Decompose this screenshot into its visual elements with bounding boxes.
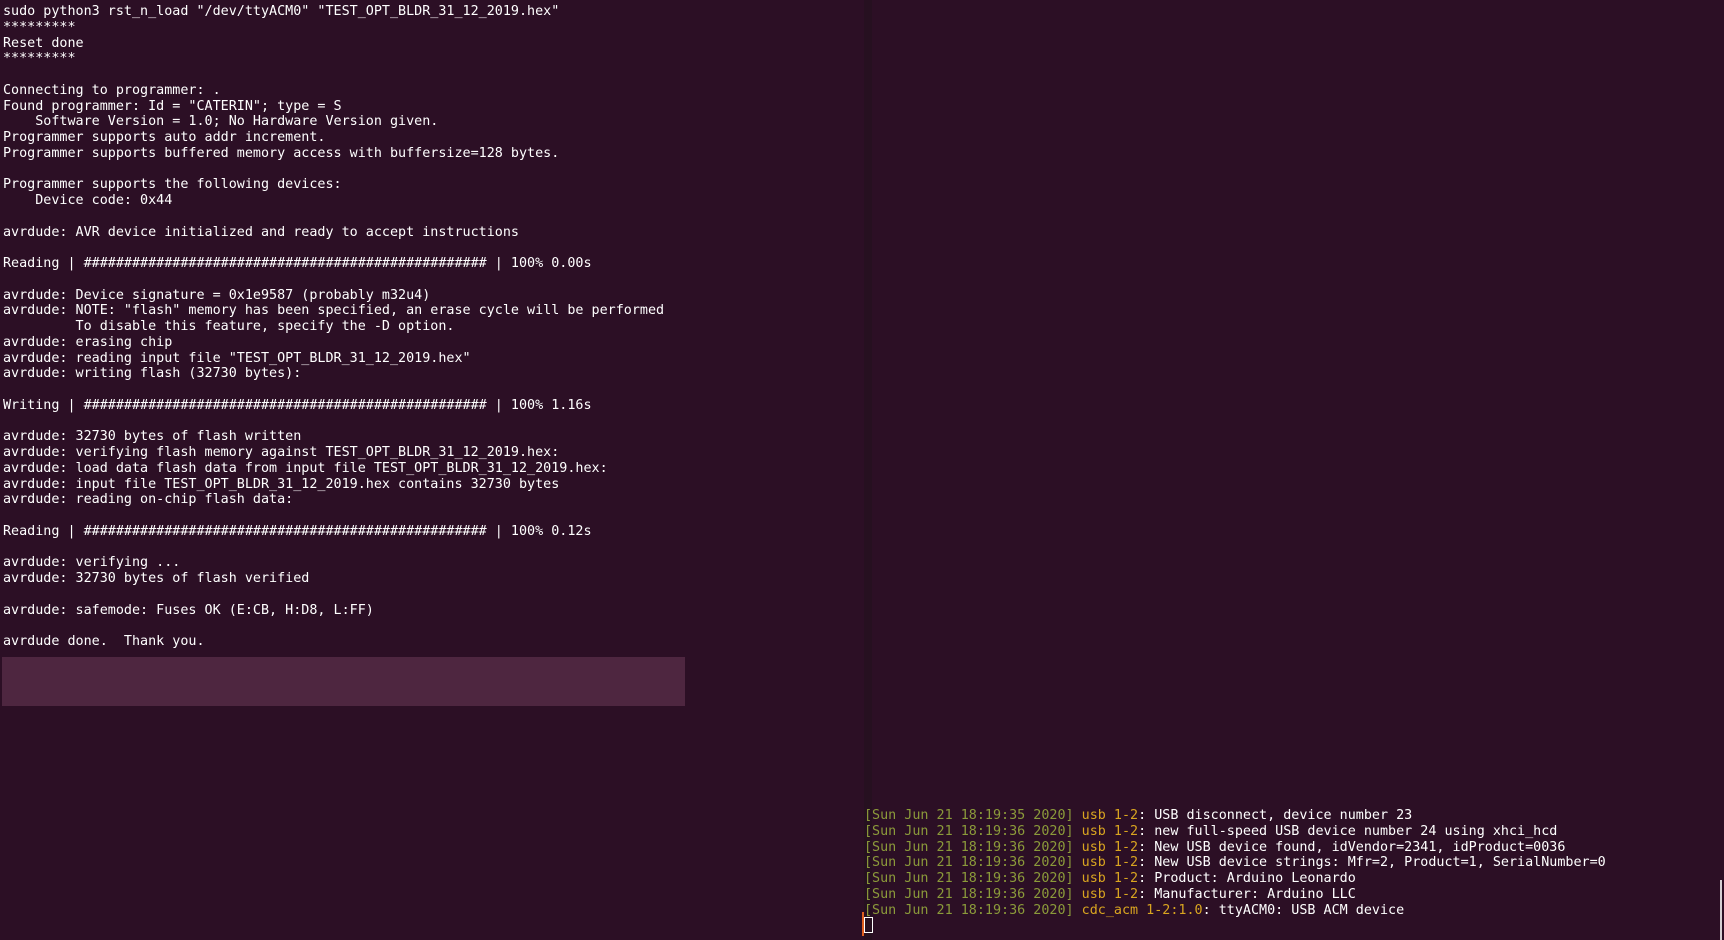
log-separator: :	[1138, 839, 1147, 855]
dmesg-log: [Sun Jun 21 18:19:35 2020] usb 1-2: USB …	[864, 808, 1606, 918]
log-line: [Sun Jun 21 18:19:36 2020] usb 1-2: New …	[864, 855, 1606, 871]
log-line: [Sun Jun 21 18:19:36 2020] usb 1-2: New …	[864, 840, 1606, 856]
log-line: [Sun Jun 21 18:19:36 2020] usb 1-2: Prod…	[864, 871, 1606, 887]
log-separator: :	[1138, 855, 1147, 871]
log-line: [Sun Jun 21 18:19:36 2020] usb 1-2: new …	[864, 824, 1606, 840]
terminal-line: *********	[3, 51, 76, 67]
desktop-screen: sudo python3 rst_n_load "/dev/ttyACM0" "…	[0, 0, 1724, 940]
log-message: Manufacturer: Arduino LLC	[1146, 886, 1356, 902]
log-message: ttyACM0: USB ACM device	[1210, 902, 1405, 918]
terminal-line: Reset done	[3, 35, 84, 51]
log-timestamp: [Sun Jun 21 18:19:36 2020]	[864, 902, 1074, 918]
log-line: [Sun Jun 21 18:19:36 2020] usb 1-2: Manu…	[864, 887, 1606, 903]
terminal-line: avrdude done. Thank you.	[3, 634, 205, 649]
log-separator: :	[1138, 823, 1147, 839]
log-timestamp: [Sun Jun 21 18:19:35 2020]	[864, 808, 1074, 823]
log-device: usb 1-2	[1081, 808, 1139, 823]
log-device: usb 1-2	[1081, 871, 1139, 886]
log-line: [Sun Jun 21 18:19:35 2020] usb 1-2: USB …	[864, 808, 1606, 824]
terminal-cursor	[864, 917, 873, 933]
terminal-line: avrdude: 32730 bytes of flash written	[3, 429, 302, 445]
log-separator: :	[1138, 871, 1147, 886]
terminal-line: To disable this feature, specify the -D …	[3, 319, 455, 334]
terminal-line: sudo python3 rst_n_load "/dev/ttyACM0" "…	[3, 4, 560, 19]
terminal-line: Connecting to programmer: .	[3, 82, 221, 98]
log-device: usb 1-2	[1081, 823, 1139, 839]
log-timestamp: [Sun Jun 21 18:19:36 2020]	[864, 886, 1074, 902]
log-line: [Sun Jun 21 18:19:36 2020] cdc_acm 1-2:1…	[864, 903, 1606, 919]
text-selection-highlight	[2, 657, 685, 706]
terminal-pane-right[interactable]	[872, 0, 1724, 940]
terminal-line: avrdude: NOTE: "flash" memory has been s…	[3, 303, 665, 319]
log-separator: :	[1138, 808, 1147, 823]
terminal-pane-left[interactable]: sudo python3 rst_n_load "/dev/ttyACM0" "…	[0, 0, 864, 940]
log-separator: :	[1138, 886, 1147, 902]
terminal-line: avrdude: reading input file "TEST_OPT_BL…	[3, 350, 471, 366]
terminal-line: *********	[3, 19, 76, 35]
log-device: usb 1-2	[1081, 839, 1139, 855]
log-device: usb 1-2	[1081, 855, 1139, 871]
terminal-line: avrdude: erasing chip	[3, 334, 173, 350]
scrollbar-handle[interactable]	[1720, 880, 1722, 940]
log-message: Product: Arduino Leonardo	[1146, 871, 1356, 886]
log-device: cdc_acm 1-2:1.0	[1081, 902, 1203, 918]
terminal-line: avrdude: safemode: Fuses OK (E:CB, H:D8,…	[3, 602, 374, 618]
log-device: usb 1-2	[1081, 886, 1139, 902]
terminal-line: avrdude: 32730 bytes of flash verified	[3, 571, 310, 586]
terminal-line: avrdude: load data flash data from input…	[3, 460, 608, 476]
terminal-line: Programmer supports the following device…	[3, 177, 342, 193]
terminal-line: avrdude: Device signature = 0x1e9587 (pr…	[3, 287, 431, 303]
terminal-line: avrdude: AVR device initialized and read…	[3, 224, 519, 240]
terminal-line: avrdude: reading on-chip flash data:	[3, 492, 294, 508]
terminal-line: Programmer supports auto addr increment.	[3, 130, 326, 145]
terminal-line: Device code: 0x44	[3, 193, 173, 208]
log-timestamp: [Sun Jun 21 18:19:36 2020]	[864, 839, 1074, 855]
terminal-line: Found programmer: Id = "CATERIN"; type =…	[3, 98, 342, 114]
terminal-line: avrdude: input file TEST_OPT_BLDR_31_12_…	[3, 476, 560, 492]
terminal-line: avrdude: verifying ...	[3, 555, 181, 571]
log-separator: :	[1202, 902, 1211, 918]
log-timestamp: [Sun Jun 21 18:19:36 2020]	[864, 855, 1074, 871]
terminal-output: sudo python3 rst_n_load "/dev/ttyACM0" "…	[3, 4, 664, 650]
log-timestamp: [Sun Jun 21 18:19:36 2020]	[864, 823, 1074, 839]
terminal-line: avrdude: verifying flash memory against …	[3, 445, 560, 460]
terminal-line: Writing | ##############################…	[3, 397, 592, 413]
pane-divider[interactable]	[864, 0, 872, 940]
terminal-line: Reading | ##############################…	[3, 256, 592, 271]
terminal-line: Reading | ##############################…	[3, 523, 592, 539]
log-message: New USB device strings: Mfr=2, Product=1…	[1146, 855, 1606, 871]
log-timestamp: [Sun Jun 21 18:19:36 2020]	[864, 871, 1074, 886]
log-message: USB disconnect, device number 23	[1146, 808, 1413, 823]
terminal-line: avrdude: writing flash (32730 bytes):	[3, 366, 302, 382]
log-message: New USB device found, idVendor=2341, idP…	[1146, 839, 1566, 855]
terminal-line: Software Version = 1.0; No Hardware Vers…	[3, 114, 439, 130]
terminal-line: Programmer supports buffered memory acce…	[3, 145, 560, 161]
log-message: new full-speed USB device number 24 usin…	[1146, 823, 1558, 839]
